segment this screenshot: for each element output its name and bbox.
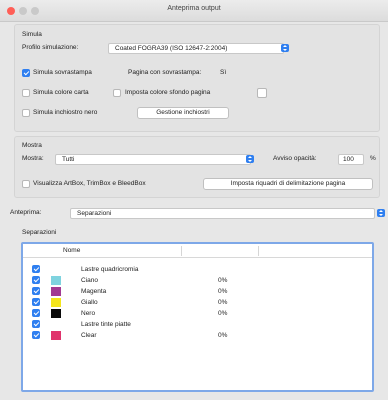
separation-row-yellow[interactable]: Giallo 0% (23, 297, 372, 308)
separation-row-clear[interactable]: Clear 0% (23, 330, 372, 341)
separation-row-quadricromia[interactable]: Lastre quadricromia (23, 264, 372, 275)
black-swatch (51, 309, 61, 318)
separation-checkbox[interactable] (32, 331, 40, 339)
preview-value: Separazioni (77, 210, 112, 217)
overprint-page-value: Sì (220, 69, 227, 76)
simulate-black-ink-checkbox[interactable] (22, 109, 30, 117)
show-dropdown-icon[interactable] (246, 155, 254, 163)
separation-checkbox[interactable] (32, 309, 40, 317)
opacity-unit: % (370, 155, 376, 162)
mostra-section-label: Mostra (22, 142, 42, 149)
preview-dropdown-icon[interactable] (377, 209, 385, 217)
separation-row-black[interactable]: Nero 0% (23, 308, 372, 319)
magenta-swatch (51, 287, 61, 296)
separations-section-label: Separazioni (22, 229, 57, 236)
overprint-page-label: Pagina con sovrastampa: (128, 69, 202, 76)
separation-name: Clear (81, 332, 97, 339)
column-divider (258, 246, 259, 256)
profile-value: Coated FOGRA39 (ISO 12647-2:2004) (115, 45, 228, 52)
output-preview-window: Anteprima output Simula Profilo simulazi… (0, 0, 388, 400)
set-page-bg-label: Imposta colore sfondo pagina (125, 89, 211, 96)
separation-name: Lastre quadricromia (81, 266, 139, 273)
separation-name: Giallo (81, 299, 98, 306)
show-select[interactable]: Tutti (55, 154, 251, 165)
simulate-paper-checkbox[interactable] (22, 89, 30, 97)
separation-checkbox[interactable] (32, 320, 40, 328)
set-page-bg-checkbox[interactable] (113, 89, 121, 97)
clear-swatch (51, 331, 61, 340)
simula-section-label: Simula (22, 31, 42, 38)
simulate-paper-label: Simula colore carta (33, 89, 89, 96)
separation-row-spot-plates[interactable]: Lastre tinte piatte (23, 319, 372, 330)
separations-table[interactable]: Nome Lastre quadricromia Ciano 0% Magent… (21, 242, 374, 392)
opacity-input[interactable]: 100 (338, 154, 364, 165)
separation-checkbox[interactable] (32, 287, 40, 295)
column-divider (181, 246, 182, 256)
simulate-black-ink-label: Simula inchiostro nero (33, 109, 98, 116)
separation-checkbox[interactable] (32, 276, 40, 284)
preview-select[interactable]: Separazioni (70, 208, 375, 219)
column-name-header: Nome (63, 247, 81, 254)
title-bar: Anteprima output (0, 0, 388, 22)
ink-manager-button[interactable]: Gestione inchiostri (137, 107, 229, 119)
set-boxes-button[interactable]: Imposta riquadri di delimitazione pagina (203, 178, 373, 190)
yellow-swatch (51, 298, 61, 307)
window-title: Anteprima output (167, 5, 221, 12)
separation-percent: 0% (218, 310, 228, 317)
separation-percent: 0% (218, 332, 228, 339)
separation-percent: 0% (218, 299, 228, 306)
opacity-value: 100 (343, 156, 354, 163)
separation-row-cyan[interactable]: Ciano 0% (23, 275, 372, 286)
cyan-swatch (51, 276, 61, 285)
separations-table-header: Nome (23, 244, 372, 258)
profile-select[interactable]: Coated FOGRA39 (ISO 12647-2:2004) (108, 43, 284, 54)
separation-name: Nero (81, 310, 96, 317)
simulate-overprint-label: Simula sovrastampa (33, 69, 92, 76)
show-boxes-checkbox[interactable] (22, 180, 30, 188)
show-boxes-label: Visualizza ArtBox, TrimBox e BleedBox (33, 180, 146, 187)
separation-percent: 0% (218, 277, 228, 284)
preview-label: Anteprima: (10, 209, 42, 216)
page-bg-color-swatch[interactable] (257, 88, 267, 98)
profile-dropdown-icon[interactable] (281, 44, 289, 52)
simulate-overprint-checkbox[interactable] (22, 69, 30, 77)
show-label: Mostra: (22, 155, 44, 162)
separation-percent: 0% (218, 288, 228, 295)
separation-checkbox[interactable] (32, 265, 40, 273)
separation-name: Ciano (81, 277, 98, 284)
separation-name: Lastre tinte piatte (81, 321, 131, 328)
separation-checkbox[interactable] (32, 298, 40, 306)
show-value: Tutti (62, 156, 75, 163)
profile-label: Profilo simulazione: (22, 44, 79, 51)
separation-row-magenta[interactable]: Magenta 0% (23, 286, 372, 297)
opacity-label: Avviso opacità: (273, 155, 317, 162)
separation-name: Magenta (81, 288, 107, 295)
